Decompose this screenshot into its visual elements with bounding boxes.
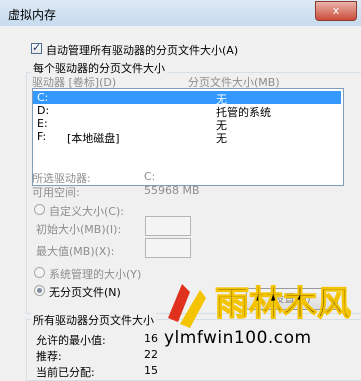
watermark-logo-text: 雨林木风 <box>215 284 351 324</box>
initial-size-input[interactable] <box>145 216 191 236</box>
recommended-label: 推荐: <box>36 350 62 363</box>
watermark-logo: 雨林木风 <box>168 283 352 328</box>
free-space-value: 55968 MB <box>144 184 200 197</box>
auto-manage-label[interactable]: 自动管理所有驱动器的分页文件大小(A) <box>46 42 238 58</box>
drive-size: 无 <box>216 132 227 145</box>
initial-size-label: 初始大小(MB)(I): <box>36 223 122 236</box>
window-title: 虚拟内存 <box>8 8 57 22</box>
recommended-value: 22 <box>144 348 158 361</box>
watermark-site: ylmfwin100.com <box>164 328 312 348</box>
system-managed-label[interactable]: 系统管理的大小(Y) <box>49 266 141 282</box>
drive-letter: E: <box>37 117 48 130</box>
drive-row-d[interactable]: D: 托管的系统 <box>33 104 341 119</box>
current-allocated-label: 当前已分配: <box>36 366 95 379</box>
title-bar: 虚拟内存 x <box>0 0 361 27</box>
total-group-title: 所有驱动器分页文件大小 <box>31 312 156 328</box>
max-size-label: 最大值(MB)(X): <box>36 245 115 258</box>
close-button[interactable]: x <box>315 1 357 21</box>
current-allocated-value: 15 <box>144 364 158 377</box>
drive-letter: D: <box>37 104 50 117</box>
min-allowed-value: 16 <box>144 332 158 345</box>
auto-manage-checkbox[interactable] <box>31 41 42 54</box>
drive-row-e[interactable]: E: 无 <box>33 117 341 132</box>
system-managed-radio[interactable] <box>34 267 45 278</box>
no-paging-label[interactable]: 无分页文件(N) <box>49 284 121 300</box>
no-paging-radio[interactable] <box>34 285 45 296</box>
drive-letter: F: <box>37 130 47 143</box>
drive-letter: C: <box>37 91 49 104</box>
min-allowed-label: 允许的最小值: <box>36 334 106 347</box>
custom-size-label[interactable]: 自定义大小(C): <box>49 203 124 219</box>
drive-volume-label: [本地磁盘] <box>67 132 120 145</box>
free-space-label: 可用空间: <box>32 186 80 199</box>
drive-row-f[interactable]: F: [本地磁盘] 无 <box>33 130 341 145</box>
max-size-input[interactable] <box>145 238 191 258</box>
drive-row-c[interactable]: C: 无 <box>33 91 341 106</box>
custom-size-radio[interactable] <box>34 204 45 215</box>
selected-drive-value: C: <box>144 170 156 183</box>
